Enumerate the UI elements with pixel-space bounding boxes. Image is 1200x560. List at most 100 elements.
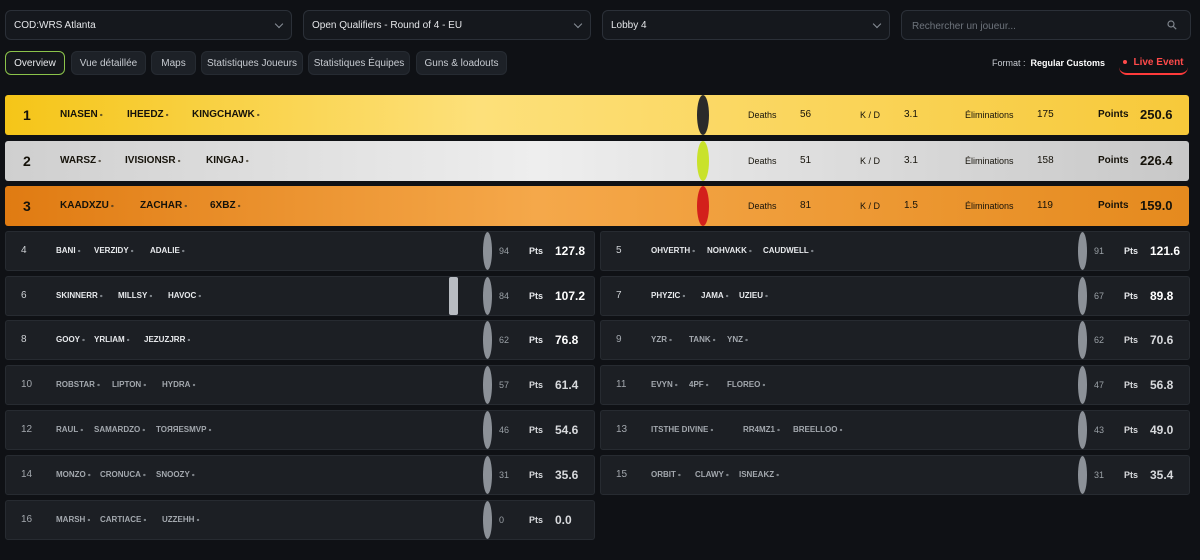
player-name[interactable]: RR4MZ1⚬: [743, 411, 781, 449]
player-name[interactable]: MARSH⚬: [56, 501, 91, 539]
player-name[interactable]: NOHVAKK⚬: [707, 232, 753, 270]
team-logo-icon: [449, 277, 458, 315]
player-name[interactable]: BREELLOO⚬: [793, 411, 843, 449]
player-name[interactable]: SKINNERR⚬: [56, 277, 104, 315]
player-name[interactable]: TANK⚬: [689, 321, 717, 359]
team-card[interactable]: 8 GOOY⚬ YRLIAM⚬ JEZUZJRR⚬ 62 Pts 76.8: [5, 320, 595, 360]
player-name[interactable]: IHEEDZ⚬: [127, 95, 170, 135]
points-value: 127.8: [555, 244, 586, 258]
player-name[interactable]: KINGAJ⚬: [206, 141, 250, 181]
skull-icon: [483, 366, 492, 404]
lobby-select[interactable]: Lobby 4: [602, 10, 890, 40]
tab-guns-loadouts[interactable]: Guns & loadouts: [416, 51, 507, 75]
player-name[interactable]: YZR⚬: [651, 321, 673, 359]
player-name[interactable]: JEZUZJRR⚬: [144, 321, 191, 359]
player-name[interactable]: NIASEN⚬: [60, 95, 104, 135]
tab-overview[interactable]: Overview: [5, 51, 65, 75]
team-card[interactable]: 16 MARSH⚬ CARTIACE⚬ UZZEHH⚬ 0 Pts 0.0: [5, 500, 595, 540]
skull-icon: [1078, 277, 1087, 315]
player-name[interactable]: KAADXZU⚬: [60, 186, 115, 226]
player-name[interactable]: CLAWY⚬: [695, 456, 730, 494]
tab-statistiques-joueurs[interactable]: Statistiques Joueurs: [201, 51, 303, 75]
player-search[interactable]: [901, 10, 1191, 40]
podium-row[interactable]: 2 WARSZ⚬ IVISIONSR⚬ KINGAJ⚬ Deaths 51 K / D 3.1…: [5, 141, 1189, 181]
team-card[interactable]: 7 PHYZIC⚬ JAMA⚬ UZIEU⚬ 67 Pts 89.8: [600, 276, 1190, 316]
kills-value: 84: [499, 291, 510, 301]
verified-icon: ⚬: [142, 383, 148, 389]
verified-icon: ⚬: [236, 204, 242, 210]
team-card[interactable]: 6 SKINNERR⚬ MILLSY⚬ HAVOC⚬ 84 Pts 107.2: [5, 276, 595, 316]
tab-maps[interactable]: Maps: [151, 51, 196, 75]
player-name[interactable]: RAUL⚬: [56, 411, 84, 449]
player-name[interactable]: IVISIONSR⚬: [125, 141, 182, 181]
player-name[interactable]: MONZO⚬: [56, 456, 92, 494]
player-name[interactable]: BANI⚬: [56, 232, 82, 270]
kills-value: 0: [499, 515, 505, 525]
player-name[interactable]: JAMA⚬: [701, 277, 730, 315]
deaths-value: 51: [800, 155, 812, 166]
player-name[interactable]: ADALIE⚬: [150, 232, 186, 270]
player-name[interactable]: OHVERTH⚬: [651, 232, 696, 270]
player-name[interactable]: WARSZ⚬: [60, 141, 102, 181]
team-card[interactable]: 10 ROBSTAR⚬ LIPTON⚬ HYDRA⚬ 57 Pts 61.4: [5, 365, 595, 405]
team-card[interactable]: 13 ITSTHE DIVINE⚬ RR4MZ1⚬ BREELLOO⚬ 43 Pts 49.…: [600, 410, 1190, 450]
player-name[interactable]: SNOOZY⚬: [156, 456, 196, 494]
player-name[interactable]: MILLSY⚬: [118, 277, 153, 315]
player-name[interactable]: ZACHAR⚬: [140, 186, 188, 226]
team-card[interactable]: 4 BANI⚬ VERZIDY⚬ ADALIE⚬ 94 Pts 127.8: [5, 231, 595, 271]
player-name[interactable]: SAMARDZO⚬: [94, 411, 146, 449]
podium-row[interactable]: 3 KAADXZU⚬ ZACHAR⚬ 6XBZ⚬ Deaths 81 K / D 1.5 Éli…: [5, 186, 1189, 226]
points-value: 56.8: [1150, 378, 1174, 392]
player-name[interactable]: HYDRA⚬: [162, 366, 196, 404]
player-name[interactable]: YRLIAM⚬: [94, 321, 131, 359]
player-name[interactable]: CAUDWELL⚬: [763, 232, 815, 270]
player-name[interactable]: YNZ⚬: [727, 321, 749, 359]
player-name[interactable]: TOЯЯESMVP⚬: [156, 411, 213, 449]
player-name[interactable]: CRONUCA⚬: [100, 456, 147, 494]
player-name[interactable]: FLOREO⚬: [727, 366, 766, 404]
search-input[interactable]: [912, 18, 1152, 34]
team-rank: 3: [23, 198, 31, 214]
player-name[interactable]: 6XBZ⚬: [210, 186, 242, 226]
podium-row[interactable]: 1 NIASEN⚬ IHEEDZ⚬ KINGCHAWK⚬ Deaths 56 K / D 3.…: [5, 95, 1189, 135]
player-name[interactable]: HAVOC⚬: [168, 277, 202, 315]
player-name[interactable]: EVYN⚬: [651, 366, 679, 404]
verified-icon: ⚬: [148, 294, 154, 300]
player-name[interactable]: KINGCHAWK⚬: [192, 95, 261, 135]
pts-label: Pts: [529, 380, 544, 390]
player-name[interactable]: 4PF⚬: [689, 366, 710, 404]
team-card[interactable]: 9 YZR⚬ TANK⚬ YNZ⚬ 62 Pts 70.6: [600, 320, 1190, 360]
verified-icon: ⚬: [164, 113, 170, 119]
tab-statistiques-equipes[interactable]: Statistiques Équipes: [308, 51, 410, 75]
player-name[interactable]: UZZEHH⚬: [162, 501, 200, 539]
player-name[interactable]: UZIEU⚬: [739, 277, 769, 315]
team-card[interactable]: 11 EVYN⚬ 4PF⚬ FLOREO⚬ 47 Pts 56.8: [600, 365, 1190, 405]
game-select[interactable]: COD:WRS Atlanta: [5, 10, 292, 40]
stage-select[interactable]: Open Qualifiers - Round of 4 - EU: [303, 10, 591, 40]
player-name[interactable]: ROBSTAR⚬: [56, 366, 101, 404]
player-name[interactable]: GOOY⚬: [56, 321, 86, 359]
player-name[interactable]: PHYZIC⚬: [651, 277, 686, 315]
kills-value: 57: [499, 380, 510, 390]
team-card[interactable]: 14 MONZO⚬ CRONUCA⚬ SNOOZY⚬ 31 Pts 35.6: [5, 455, 595, 495]
verified-icon: ⚬: [775, 473, 781, 479]
player-name[interactable]: CARTIACE⚬: [100, 501, 147, 539]
team-card[interactable]: 12 RAUL⚬ SAMARDZO⚬ TOЯЯESMVP⚬ 46 Pts 54.6: [5, 410, 595, 450]
chevron-down-icon: [872, 19, 882, 29]
player-name[interactable]: ORBIT⚬: [651, 456, 682, 494]
team-card[interactable]: 5 OHVERTH⚬ NOHVAKK⚬ CAUDWELL⚬ 91 Pts 121.6: [600, 231, 1190, 271]
verified-icon: ⚬: [668, 338, 674, 344]
player-name[interactable]: VERZIDY⚬: [94, 232, 135, 270]
search-icon[interactable]: [1167, 20, 1177, 30]
live-event-button[interactable]: Live Event: [1119, 51, 1188, 75]
format-value: Regular Customs: [1030, 58, 1106, 68]
tab-vue-detaillee[interactable]: Vue détaillée: [71, 51, 146, 75]
player-name[interactable]: ITSTHE DIVINE⚬: [651, 411, 714, 449]
points-value: 61.4: [555, 378, 579, 392]
pts-label: Pts: [529, 470, 544, 480]
player-name[interactable]: ISNEAKZ⚬: [739, 456, 780, 494]
verified-icon: ⚬: [776, 428, 782, 434]
team-card[interactable]: 15 ORBIT⚬ CLAWY⚬ ISNEAKZ⚬ 31 Pts 35.4: [600, 455, 1190, 495]
player-name[interactable]: LIPTON⚬: [112, 366, 147, 404]
live-event-label: Live Event: [1133, 56, 1184, 68]
